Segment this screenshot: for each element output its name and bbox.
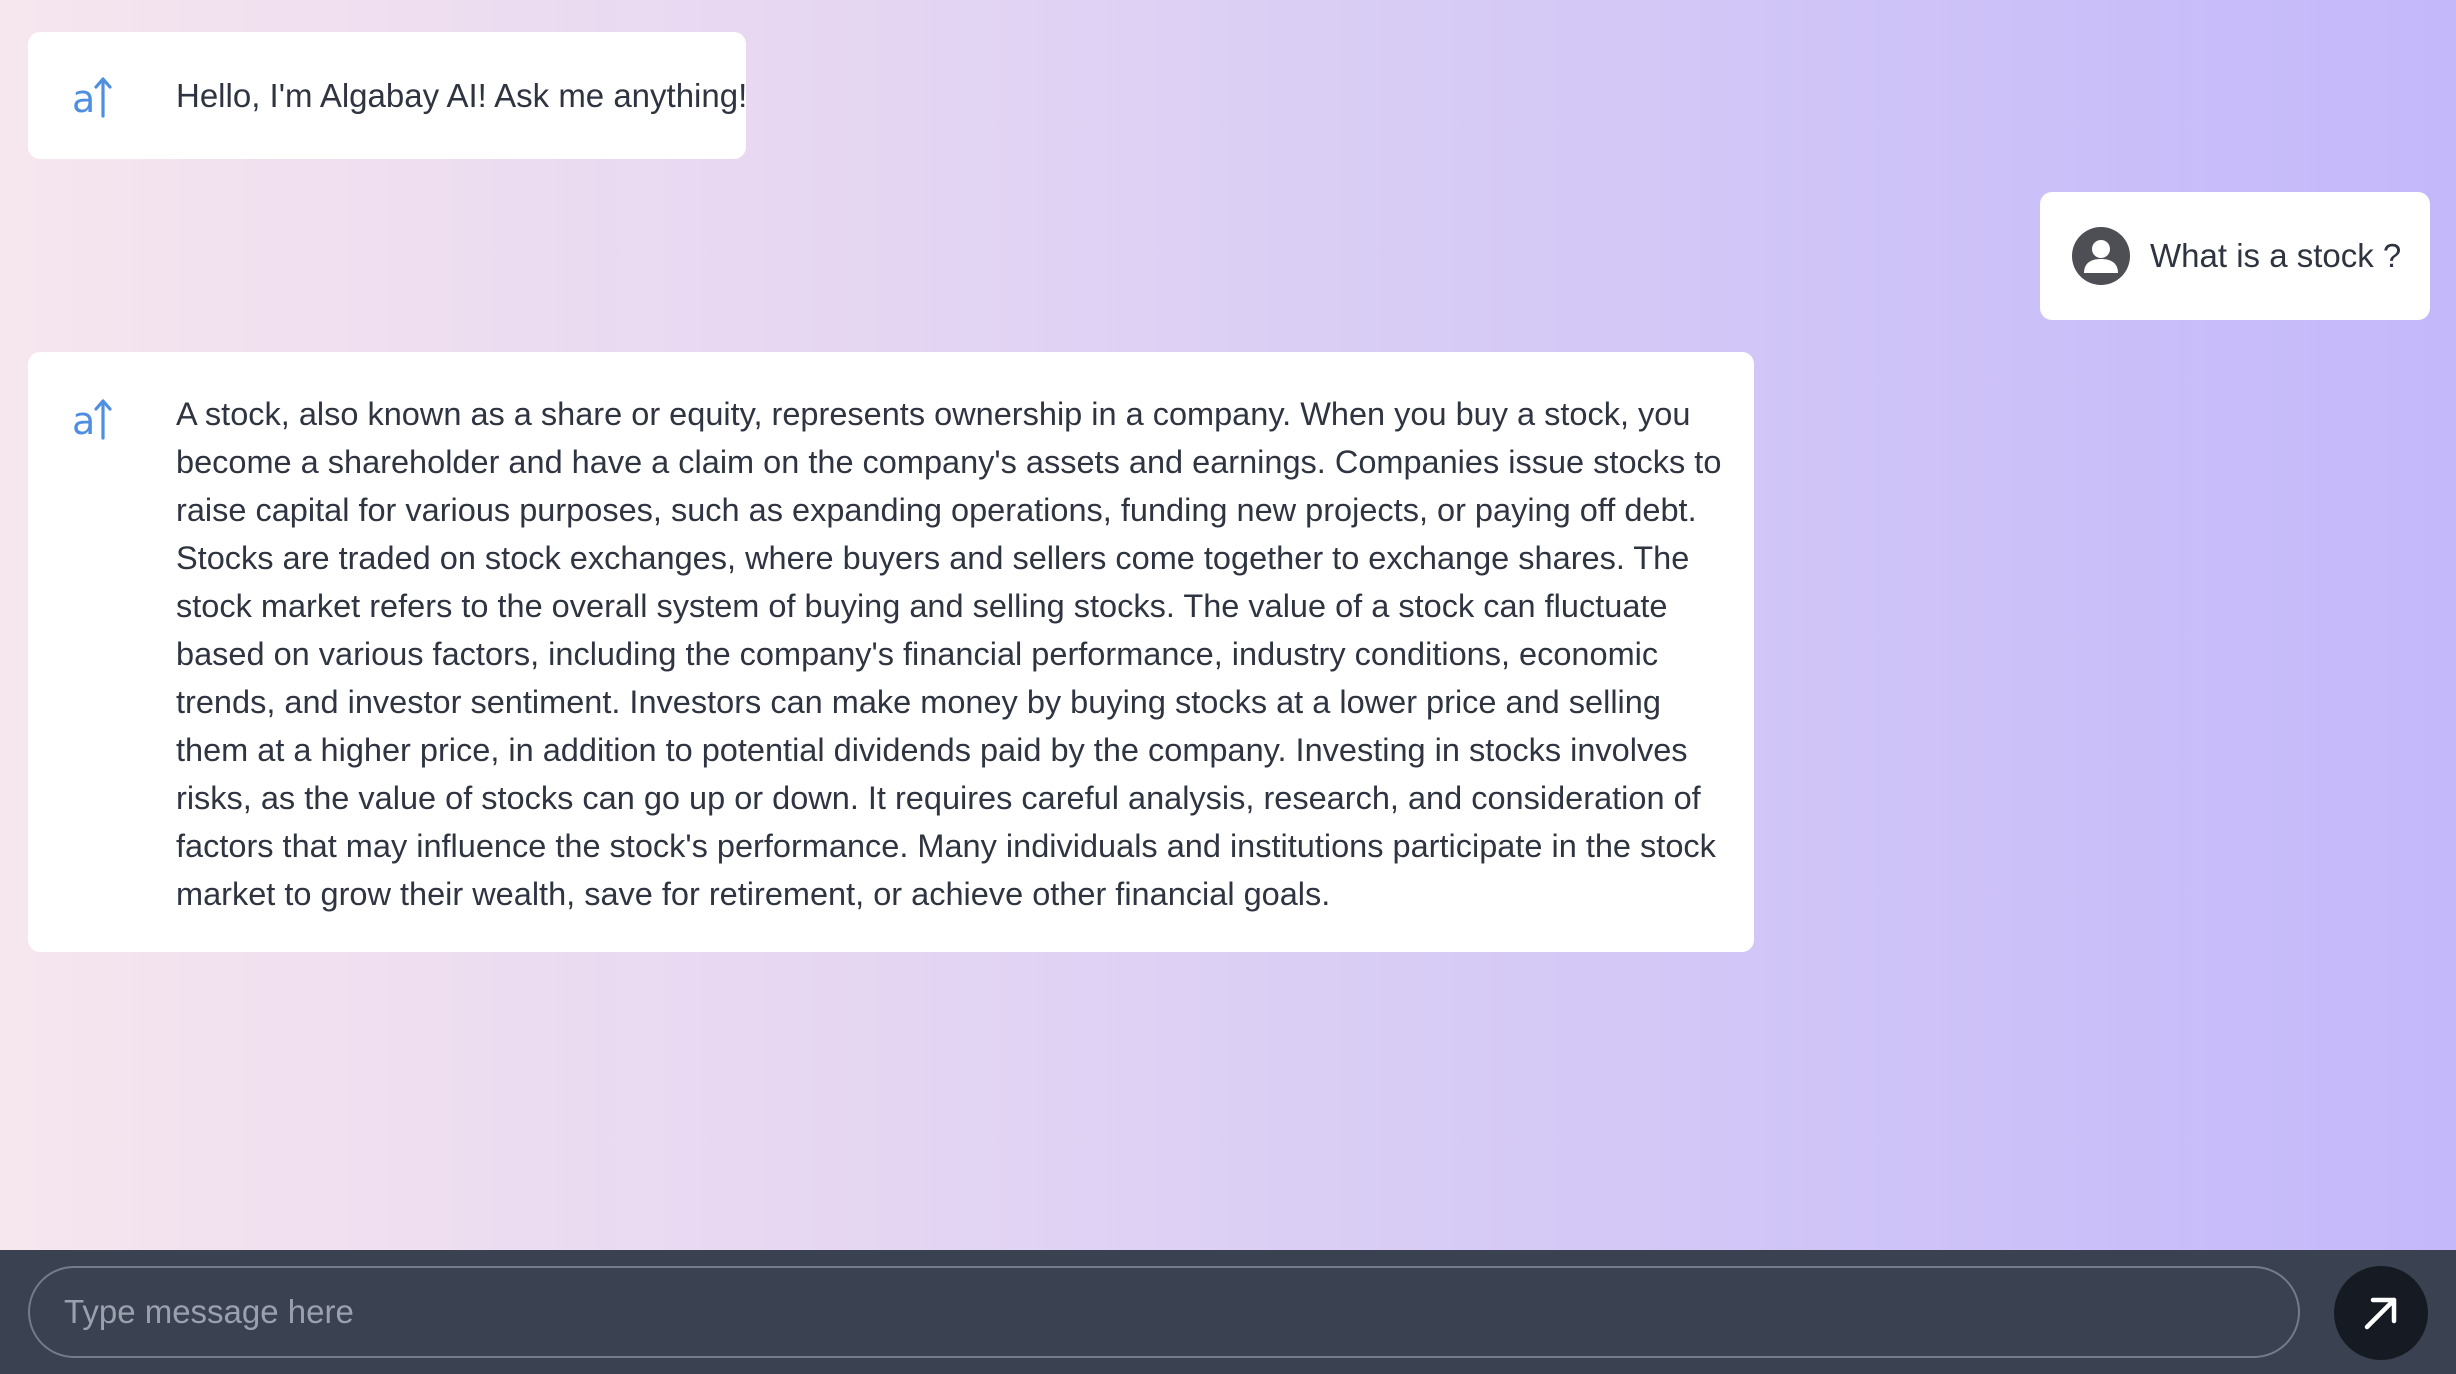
ai-message-greeting: a Hello, I'm Algabay AI! Ask me anything… <box>28 32 748 159</box>
arrow-up-right-icon <box>2364 1297 2397 1330</box>
svg-text:a: a <box>72 77 95 120</box>
message-text: Hello, I'm Algabay AI! Ask me anything! <box>176 76 748 114</box>
user-message: What is a stock ? <box>2040 192 2430 320</box>
message-composer <box>0 1250 2456 1374</box>
message-input-wrapper <box>28 1266 2300 1358</box>
message-input[interactable] <box>30 1268 2298 1356</box>
user-avatar-icon <box>2072 227 2130 285</box>
algabay-ai-icon: a <box>72 72 146 121</box>
message-text: A stock, also known as a share or equity… <box>176 396 1722 912</box>
send-button[interactable] <box>2334 1266 2428 1360</box>
svg-text:a: a <box>72 399 95 442</box>
algabay-ai-icon: a <box>72 394 146 443</box>
ai-message-answer: a A stock, also known as a share or equi… <box>28 352 1754 952</box>
message-text: What is a stock ? <box>2150 237 2402 274</box>
